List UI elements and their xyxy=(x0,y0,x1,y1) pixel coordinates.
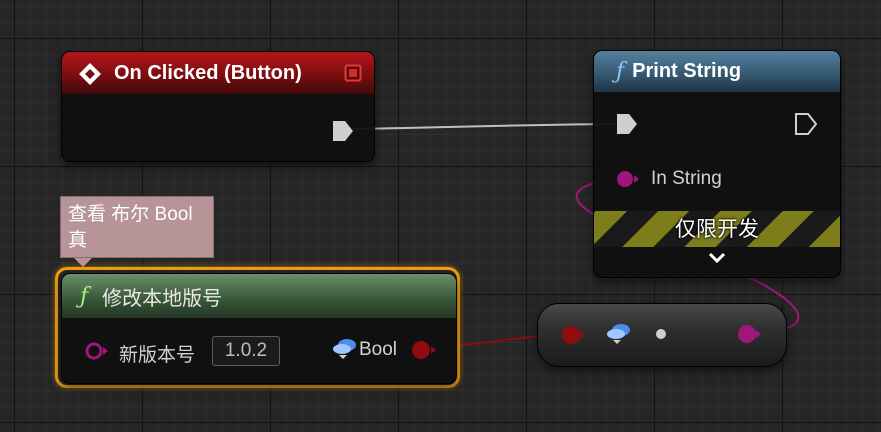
in-string-label: In String xyxy=(651,168,722,189)
function-f-icon: ƒ xyxy=(616,59,625,84)
function-f-icon: ƒ xyxy=(80,283,89,309)
exec-output-pin[interactable] xyxy=(331,119,355,143)
on-clicked-header[interactable]: On Clicked (Button) xyxy=(62,52,374,94)
new-version-label: 新版本号 xyxy=(119,345,196,366)
development-only-label: 仅限开发 xyxy=(675,218,759,241)
pin-value-tooltip: 查看 布尔 Bool 真 xyxy=(60,196,214,258)
exec-wire[interactable] xyxy=(351,123,618,130)
on-clicked-title: On Clicked (Button) xyxy=(114,61,302,84)
modify-version-title: 修改本地版号 xyxy=(102,287,223,310)
tooltip-line-1: 查看 布尔 Bool xyxy=(68,204,193,225)
stop-square-icon xyxy=(344,64,362,82)
print-string-header[interactable]: ƒ Print String xyxy=(594,51,840,92)
modify-local-version-node[interactable]: ƒ 修改本地版号 新版本号 1.0.2 Bool xyxy=(61,273,457,384)
chevron-down-icon[interactable] xyxy=(707,251,727,265)
string-output-pin[interactable] xyxy=(736,323,762,345)
exec-input-pin[interactable] xyxy=(615,112,639,136)
exec-output-pin[interactable] xyxy=(794,112,818,136)
bool-output-pin[interactable] xyxy=(411,339,437,361)
bool-type-icon xyxy=(333,339,356,359)
print-string-title: Print String xyxy=(632,60,742,82)
new-version-input[interactable]: 1.0.2 xyxy=(212,336,280,366)
bool-type-icon xyxy=(607,324,630,344)
event-diamond-icon xyxy=(79,63,101,85)
tooltip-line-2: 真 xyxy=(68,230,88,251)
string-input-pin[interactable] xyxy=(615,169,641,189)
compact-bool-node[interactable] xyxy=(537,303,787,367)
modify-version-header[interactable]: ƒ 修改本地版号 xyxy=(62,274,456,318)
on-clicked-event-node[interactable]: On Clicked (Button) xyxy=(61,51,375,162)
bool-input-pin[interactable] xyxy=(560,324,586,346)
tooltip-arrow xyxy=(74,258,92,267)
print-string-node[interactable]: ƒ Print String In String 仅限开发 xyxy=(593,50,841,278)
string-input-pin[interactable] xyxy=(84,341,110,361)
bool-output-label: Bool xyxy=(359,339,398,360)
node-dot-icon xyxy=(656,329,666,339)
